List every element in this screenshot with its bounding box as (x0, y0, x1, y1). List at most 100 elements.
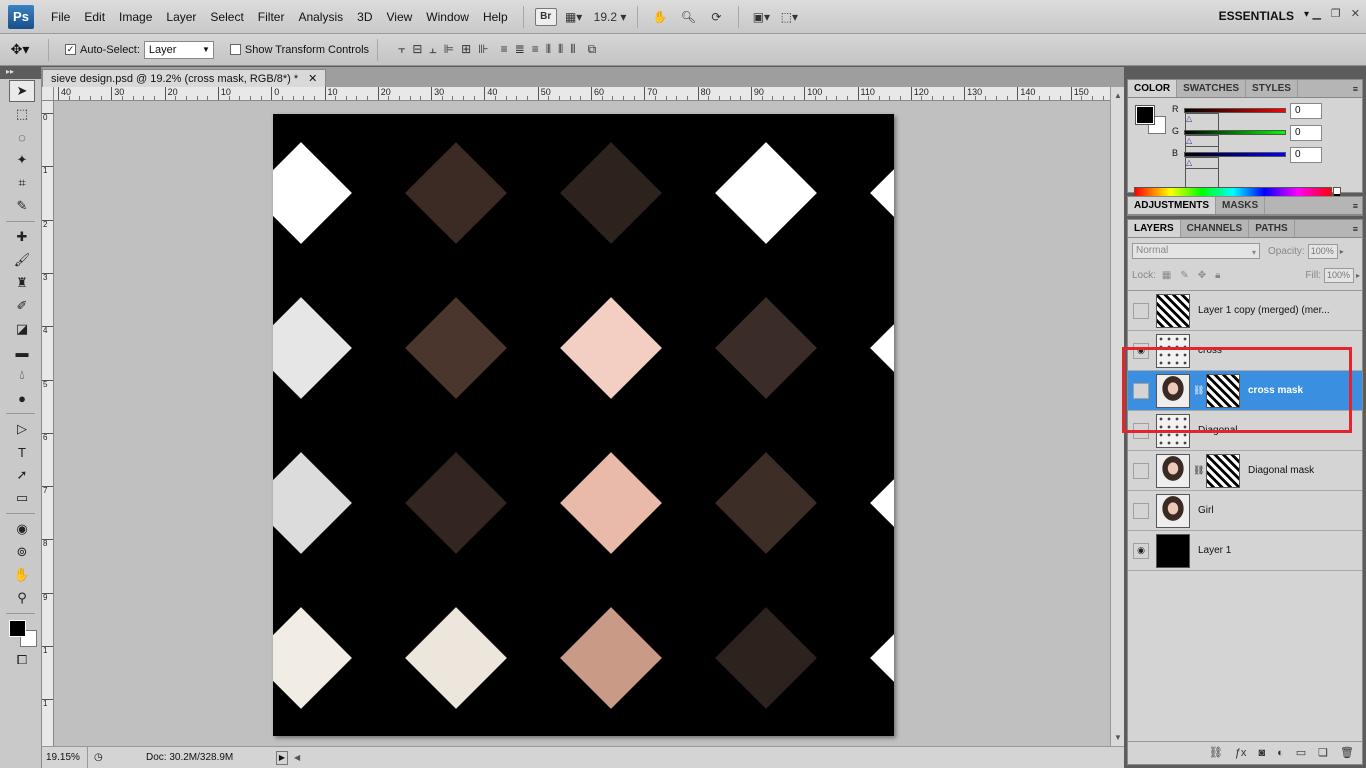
rectangle-tool-icon[interactable]: ▭ (9, 487, 35, 509)
tab-color-styles[interactable]: STYLES (1246, 80, 1298, 97)
visibility-toggle[interactable] (1133, 302, 1149, 319)
lock-transparent-icon[interactable]: ▦ (1162, 270, 1171, 281)
layer-name[interactable]: Layer 1 (1198, 545, 1231, 556)
quick-mask-icon[interactable]: ⧠ (9, 649, 35, 671)
zoom-tool-icon[interactable]: ⚲ (9, 587, 35, 609)
slider-value-input[interactable]: 0 (1290, 125, 1322, 141)
screen-mode-dropdown-icon[interactable]: ⬚▾ (778, 6, 800, 28)
slider-value-input[interactable]: 0 (1290, 103, 1322, 119)
move-tool-icon[interactable]: ➤ (9, 80, 35, 102)
fill-input[interactable]: 100% (1323, 267, 1354, 283)
blend-mode-dropdown[interactable]: Normal ▾ (1132, 243, 1260, 259)
link-layers-icon[interactable]: ⛓ (1209, 746, 1223, 759)
align-top-icon[interactable]: ⫟ (398, 42, 405, 57)
healing-brush-tool-icon[interactable]: ✚ (9, 226, 35, 248)
arrange-documents-icon[interactable]: ▣▾ (750, 6, 772, 28)
tools-panel-header[interactable]: ▸▸ (0, 67, 41, 79)
distribute-right-icon[interactable]: ⦀ (570, 42, 575, 57)
new-layer-icon[interactable]: ❏ (1318, 746, 1328, 759)
eraser-tool-icon[interactable]: ◪ (9, 318, 35, 340)
hand-tool-icon[interactable]: ✋ (9, 564, 35, 586)
layer-style-icon[interactable]: ƒx (1235, 747, 1247, 759)
layer-name[interactable]: cross (1198, 345, 1222, 356)
menu-item-help[interactable]: Help (476, 10, 515, 24)
menu-item-filter[interactable]: Filter (251, 10, 292, 24)
slider-thumb-icon[interactable]: △ (1185, 157, 1219, 191)
gradient-tool-icon[interactable]: ▬ (9, 341, 35, 363)
move-tool-preset-icon[interactable]: ✥▾ (0, 41, 40, 58)
foreground-color-swatch[interactable] (1135, 105, 1155, 125)
dodge-tool-icon[interactable]: ● (9, 387, 35, 409)
clone-stamp-tool-icon[interactable]: ♜ (9, 272, 35, 294)
close-icon[interactable]: ✕ (308, 72, 317, 85)
document-canvas[interactable] (273, 114, 894, 736)
hand-tool-icon[interactable]: ✋ (649, 6, 671, 28)
marquee-tool-icon[interactable]: ⬚ (9, 103, 35, 125)
document-tab[interactable]: sieve design.psd @ 19.2% (cross mask, RG… (42, 69, 327, 87)
lock-position-icon[interactable]: ✥ (1198, 270, 1206, 281)
tab-layers-layers[interactable]: LAYERS (1128, 220, 1181, 237)
minimize-icon[interactable]: ▁ (1312, 7, 1320, 20)
new-group-icon[interactable]: ▭ (1296, 746, 1306, 759)
distribute-top-icon[interactable]: ≡ (501, 42, 508, 57)
layer-row[interactable]: ◉ Layer 1 (1128, 531, 1362, 571)
3d-orbit-tool-icon[interactable]: ⊚ (9, 541, 35, 563)
layer-mask-thumbnail[interactable] (1206, 373, 1240, 408)
layer-name[interactable]: Diagonal mask (1248, 465, 1314, 476)
slider-g[interactable]: G △ 0 (1172, 125, 1362, 169)
chain-link-icon[interactable]: ⛓ (1193, 385, 1204, 396)
distribute-bottom-icon[interactable]: ≡ (532, 42, 539, 57)
align-hcenter-icon[interactable]: ⊞ (461, 42, 471, 57)
layer-row[interactable]: Layer 1 copy (merged) (mer... (1128, 291, 1362, 331)
crop-tool-icon[interactable]: ⌗ (9, 172, 35, 194)
slider-value-input[interactable]: 0 (1290, 147, 1322, 163)
opacity-input[interactable]: 100% (1307, 243, 1338, 259)
tab-adjust-adjustments[interactable]: ADJUSTMENTS (1128, 197, 1217, 214)
lock-image-icon[interactable]: ✎ (1180, 270, 1188, 281)
ruler-origin[interactable] (42, 87, 54, 101)
horizontal-ruler[interactable]: 40 30 20 10 0 10 20 30 40 50 60 70 80 90 100 110 120 130 1… (54, 87, 1110, 101)
chevron-down-icon[interactable]: ▾ (1304, 9, 1309, 20)
eyedropper-tool-icon[interactable]: ✎ (9, 195, 35, 217)
align-left-icon[interactable]: ⊫ (444, 42, 454, 57)
pen-tool-icon[interactable]: ▷ (9, 418, 35, 440)
layer-name[interactable]: Layer 1 copy (merged) (mer... (1198, 305, 1330, 316)
align-right-icon[interactable]: ⊪ (478, 42, 488, 57)
vertical-ruler[interactable]: 0 1 2 3 4 5 6 7 8 9 1 1 (42, 101, 54, 746)
zoom-tool-icon[interactable]: 🔍︎ (677, 6, 699, 28)
brush-tool-icon[interactable]: 🖌︎ (9, 249, 35, 271)
opacity-slider-arrow-icon[interactable]: ▸ (1340, 247, 1344, 256)
layer-row[interactable]: ◉ cross (1128, 331, 1362, 371)
distribute-left-icon[interactable]: ⦀ (546, 42, 551, 57)
visibility-toggle[interactable] (1133, 422, 1149, 439)
fill-slider-arrow-icon[interactable]: ▸ (1356, 271, 1360, 280)
status-info-icon[interactable]: ◷ (94, 752, 110, 763)
menu-item-window[interactable]: Window (419, 10, 476, 24)
checkbox-unchecked-icon[interactable] (229, 44, 241, 55)
scroll-left-icon[interactable]: ◀ (294, 753, 300, 762)
eye-icon[interactable]: ◉ (1133, 542, 1149, 559)
zoom-level-field[interactable]: 19.2 ▾ (594, 6, 627, 28)
layer-row[interactable]: ⛓ Diagonal mask (1128, 451, 1362, 491)
visibility-toggle[interactable] (1133, 502, 1149, 519)
layer-row[interactable]: Girl (1128, 491, 1362, 531)
chain-link-icon[interactable]: ⛓ (1193, 465, 1204, 476)
panel-dock-header[interactable] (1124, 67, 1366, 79)
rotate-view-icon[interactable]: ⟳ (705, 6, 727, 28)
layer-row[interactable]: ⛓ cross mask (1128, 371, 1362, 411)
foreground-color-swatch[interactable] (9, 620, 26, 637)
type-tool-icon[interactable]: T (9, 441, 35, 463)
auto-select-dropdown[interactable]: Layer ▼ (143, 40, 214, 59)
checkbox-checked-icon[interactable]: ✓ (65, 44, 76, 55)
panel-menu-icon[interactable]: ≡ (1353, 80, 1362, 97)
status-menu-arrow-icon[interactable]: ▶ (276, 750, 288, 765)
tab-adjust-masks[interactable]: MASKS (1216, 197, 1266, 214)
auto-align-layers-icon[interactable]: ⧉ (588, 42, 597, 57)
path-selection-tool-icon[interactable]: ➚ (9, 464, 35, 486)
visibility-toggle[interactable] (1133, 382, 1149, 399)
zoom-percentage[interactable]: 19.15% (42, 747, 88, 768)
vertical-scrollbar[interactable]: ▲ ▼ (1110, 87, 1124, 746)
layer-mask-thumbnail[interactable] (1206, 453, 1240, 488)
close-icon[interactable]: ✕ (1351, 7, 1360, 20)
delete-layer-icon[interactable]: 🗑︎ (1340, 746, 1354, 759)
